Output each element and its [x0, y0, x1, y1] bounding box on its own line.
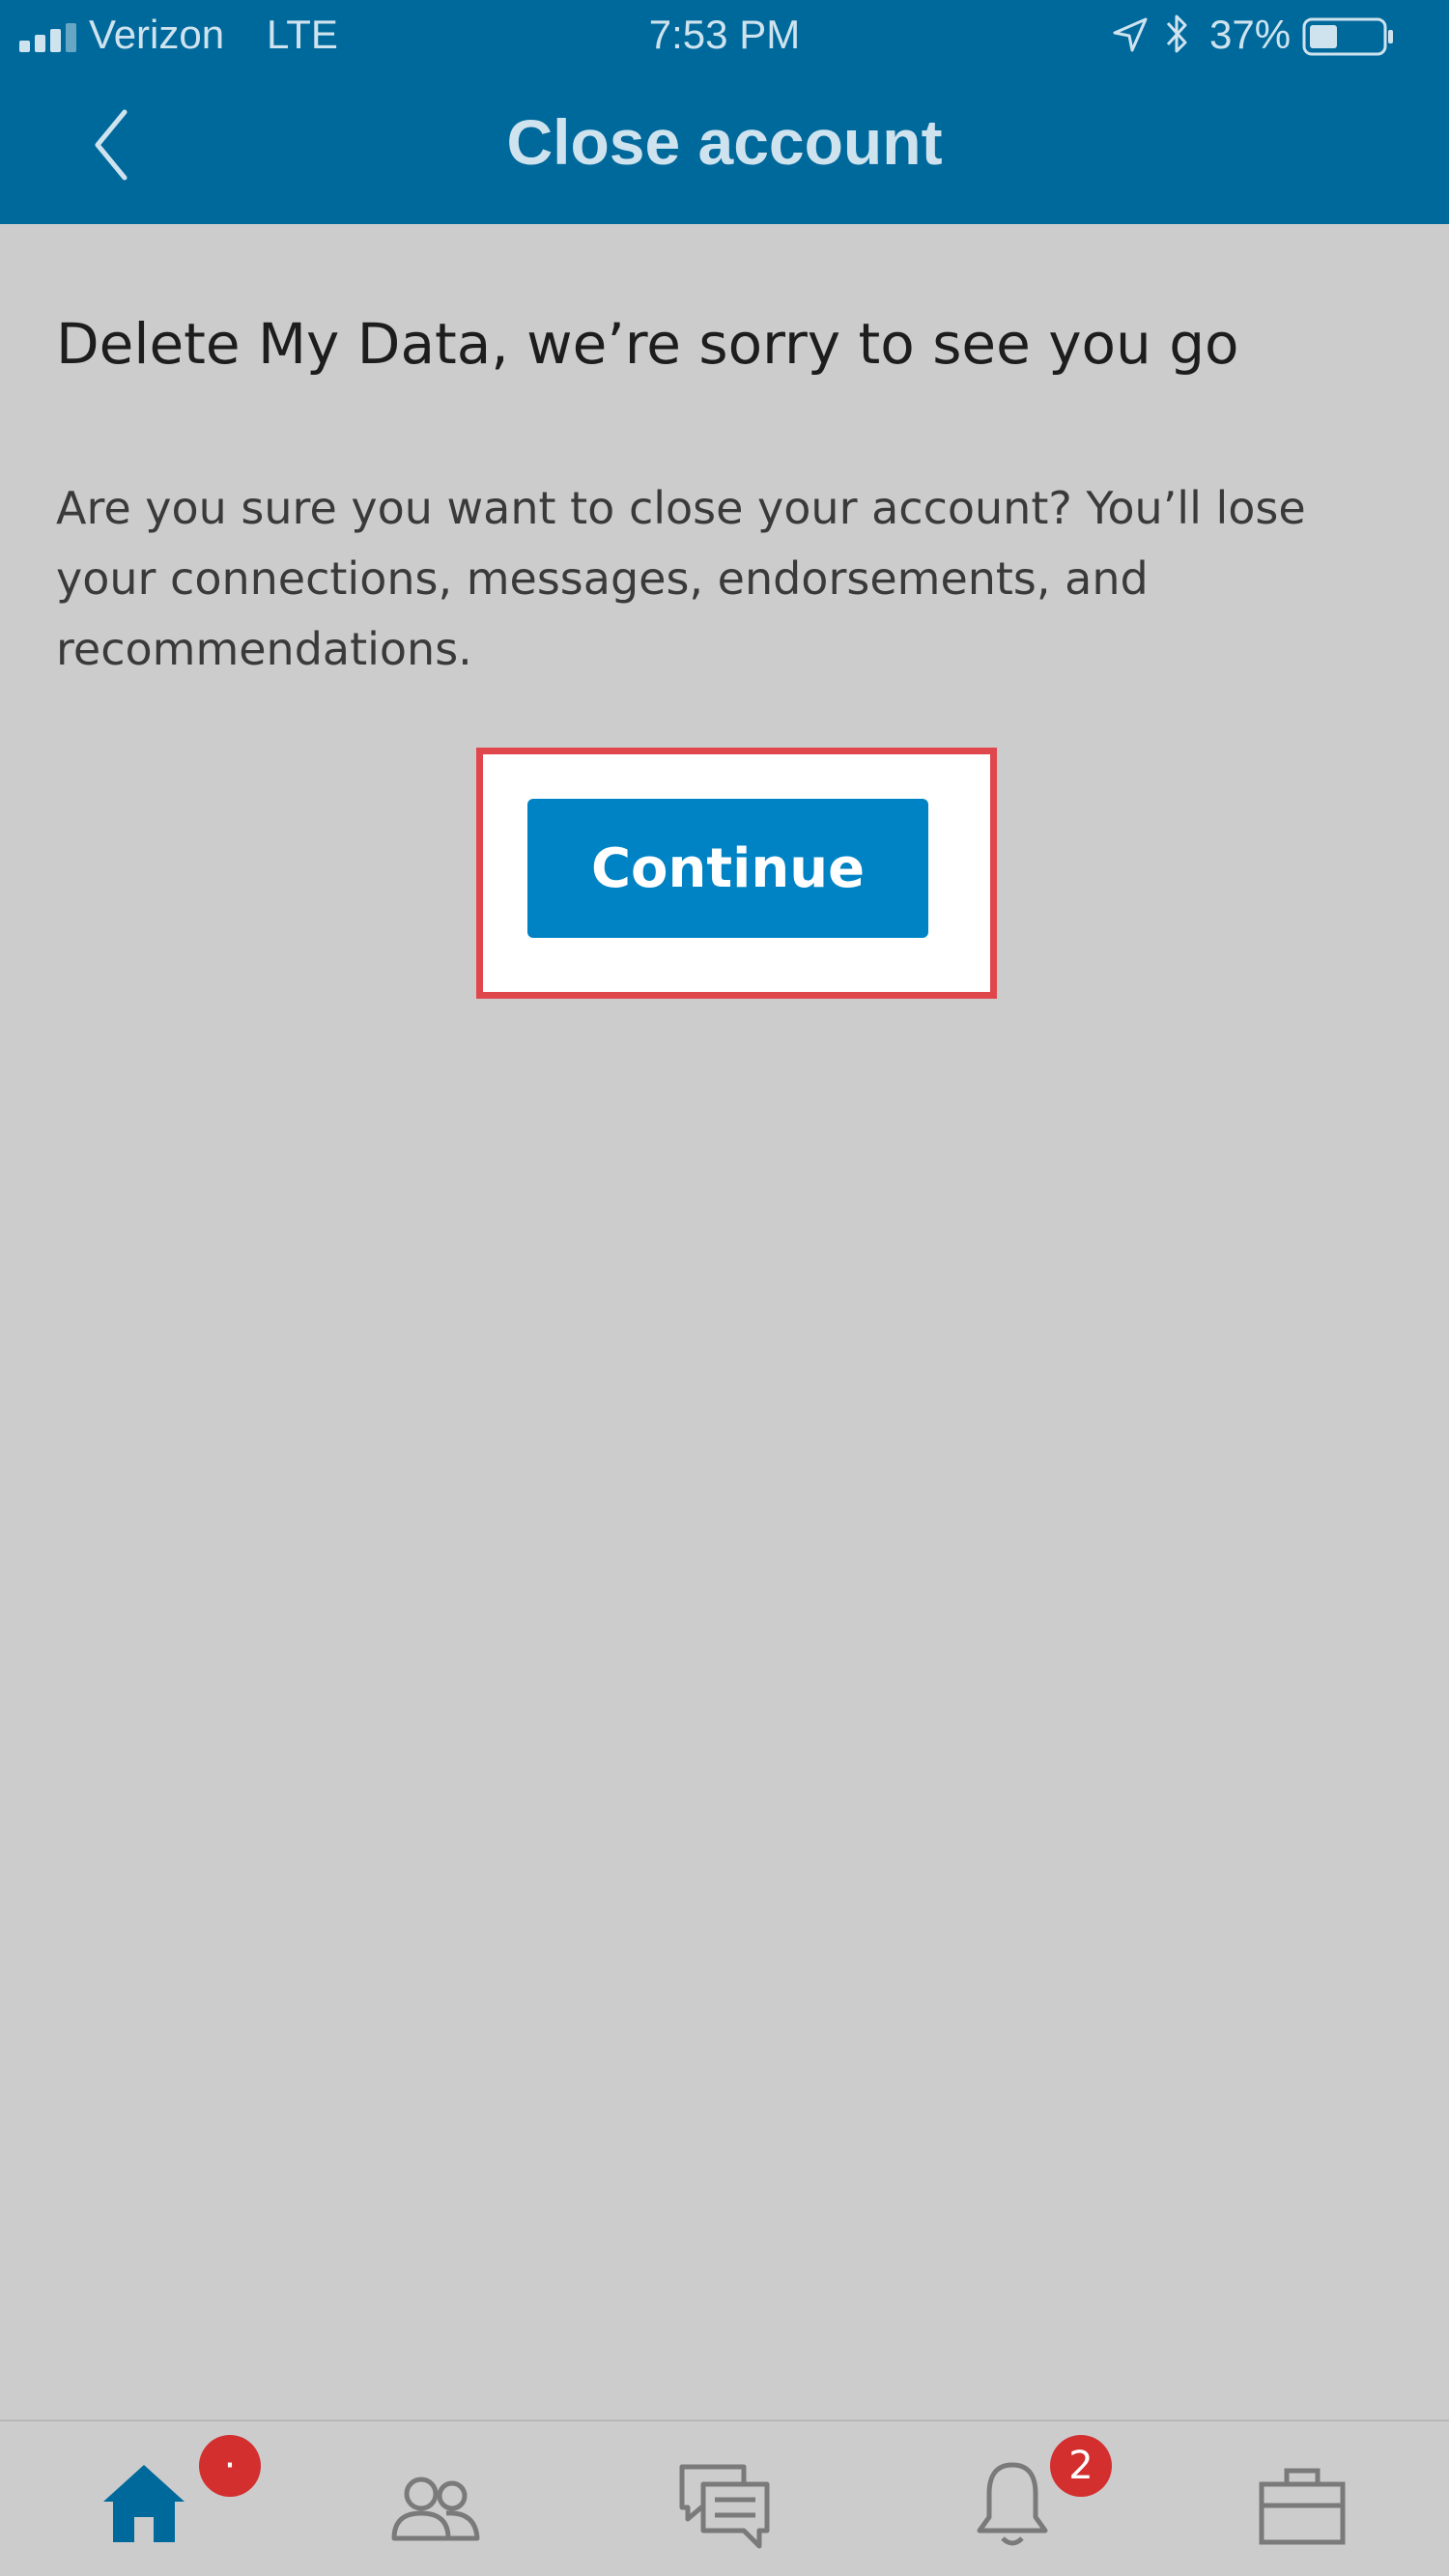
bottom-tab-bar: · 2: [0, 2420, 1449, 2576]
status-bar: Verizon LTE 7:53 PM 37%: [0, 0, 1449, 72]
people-icon: [391, 2477, 480, 2541]
page-title: Close account: [506, 106, 943, 178]
status-indicators: 37%: [1111, 10, 1430, 64]
tab-jobs[interactable]: [1239, 2441, 1365, 2566]
tab-home[interactable]: ·: [81, 2435, 261, 2566]
briefcase-icon: [1259, 2468, 1346, 2545]
continue-button[interactable]: Continue: [527, 799, 928, 938]
tab-notifications[interactable]: 2: [950, 2435, 1112, 2566]
messaging-icon: [679, 2464, 770, 2549]
location-arrow-icon: [1113, 17, 1148, 52]
battery-percentage: 37%: [1209, 12, 1292, 57]
bluetooth-icon: [1166, 14, 1187, 53]
bell-icon: [977, 2462, 1048, 2546]
home-notification-badge: ·: [199, 2435, 261, 2497]
battery-icon: [1302, 17, 1393, 56]
close-account-screen: Verizon LTE 7:53 PM 37% Close account De…: [0, 0, 1449, 2576]
notifications-badge: 2: [1050, 2435, 1112, 2497]
home-icon: [103, 2465, 185, 2542]
tab-messaging[interactable]: [662, 2441, 787, 2566]
tab-my-network[interactable]: [372, 2441, 497, 2566]
app-header: Close account: [0, 72, 1449, 224]
close-account-description: Are you sure you want to close your acco…: [56, 482, 1306, 675]
section-heading: Delete My Data, we’re sorry to see you g…: [56, 311, 1239, 377]
